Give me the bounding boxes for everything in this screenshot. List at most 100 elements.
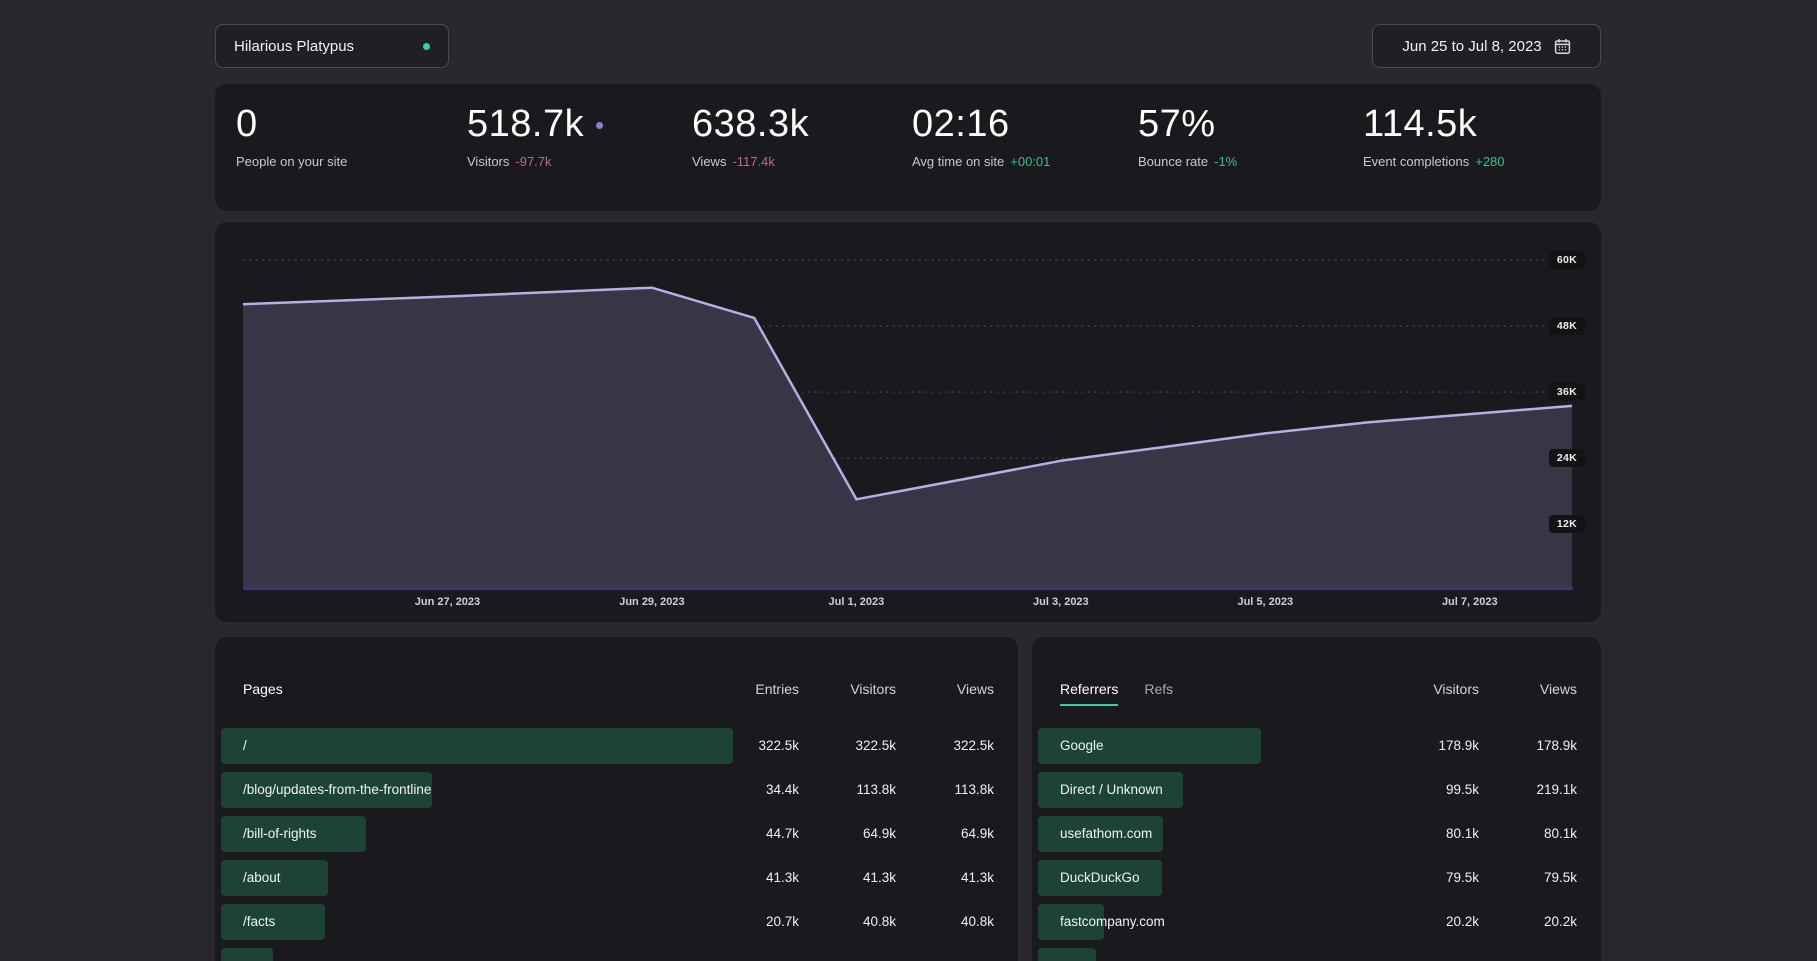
stat-label: Event completions+280 [1363,154,1505,169]
stat-card-avg-time-on-site[interactable]: 02:16 Avg time on site+00:01 [912,102,1050,169]
row-label: fastcompany.com [1060,904,1165,940]
row-value-entries: 44.7k [709,816,799,852]
row-label: DuckDuckGo [1060,860,1140,896]
stat-value: 114.5k [1363,102,1505,146]
stat-value: 57% [1138,102,1237,146]
row-value-visitors: 99.5k [1389,772,1479,808]
pages-table-panel: PagesEntriesVisitorsViews/322.5k322.5k32… [215,637,1018,961]
row-value-entries: 41.3k [709,860,799,896]
stat-value: 638.3k [692,102,809,146]
row-value-visitors: 40.8k [806,904,896,940]
date-range-button[interactable]: Jun 25 to Jul 8, 2023 [1372,24,1601,68]
stat-change: +280 [1475,154,1504,169]
row-value-visitors: 113.8k [806,772,896,808]
x-axis-tick: Jul 3, 2023 [1033,596,1089,608]
visitors-area-chart [243,230,1573,590]
table-row[interactable] [1038,948,1577,961]
table-row[interactable] [221,948,994,961]
y-axis-tick: 48K [1549,317,1585,335]
row-value-visitors: 20.2k [1389,904,1479,940]
row-value-visitors: 41.3k [806,860,896,896]
calendar-icon [1554,38,1571,55]
table-row[interactable]: /blog/updates-from-the-frontline34.4k113… [221,772,994,808]
table-row[interactable]: Direct / Unknown 99.5k219.1k [1038,772,1577,808]
stat-card-event-completions[interactable]: 114.5k Event completions+280 [1363,102,1505,169]
stat-change: +00:01 [1010,154,1050,169]
stat-label: People on your site [236,154,347,169]
row-value-views: 113.8k [904,772,994,808]
stat-value: 02:16 [912,102,1050,146]
table-rows: Google178.9k178.9kDirect / Unknown99.5k2… [1038,728,1577,961]
table-row[interactable]: /322.5k322.5k322.5k [221,728,994,764]
table-row[interactable]: DuckDuckGo79.5k79.5k [1038,860,1577,896]
row-value-visitors: 64.9k [806,816,896,852]
site-selector-button[interactable]: Hilarious Platypus [215,24,449,68]
table-header: PagesEntriesVisitorsViews [221,637,994,728]
tab-refs[interactable]: Refs [1144,681,1173,706]
x-axis-tick: Jun 29, 2023 [619,596,684,608]
row-value-visitors: 322.5k [806,728,896,764]
column-header-views: Views [1487,681,1577,697]
y-axis-tick: 60K [1549,251,1585,269]
stat-change: -97.7k [515,154,551,169]
row-label: / [243,728,247,764]
x-axis-tick: Jul 7, 2023 [1442,596,1498,608]
stat-card-views[interactable]: 638.3kViews-117.4k [692,102,809,169]
table-row[interactable]: fastcompany.com 20.2k20.2k [1038,904,1577,940]
row-label: /blog/updates-from-the-frontline [243,772,431,808]
row-bar [221,948,273,961]
stat-card-people-on-your-site[interactable]: 0 People on your site [236,102,347,169]
stat-label: Avg time on site+00:01 [912,154,1050,169]
row-label: usefathom.com [1060,816,1152,852]
row-value-entries: 322.5k [709,728,799,764]
row-value-visitors: 178.9k [1389,728,1479,764]
row-value-views: 40.8k [904,904,994,940]
table-row[interactable]: Google178.9k178.9k [1038,728,1577,764]
row-value-views: 20.2k [1487,904,1577,940]
stats-summary-panel: 0 People on your site 518.7k Visitors-97.7k… [215,84,1601,211]
site-name: Hilarious Platypus [234,38,354,55]
row-value-views: 178.9k [1487,728,1577,764]
row-value-views: 80.1k [1487,816,1577,852]
table-title-group: Pages [243,681,283,704]
stat-card-bounce-rate[interactable]: 57% Bounce rate-1% [1138,102,1237,169]
table-row[interactable]: /about41.3k41.3k41.3k [221,860,994,896]
stat-change: -117.4k [732,154,774,169]
table-row[interactable]: /facts20.7k40.8k40.8k [221,904,994,940]
row-label: /about [243,860,281,896]
active-metric-dot-icon [596,122,603,129]
x-axis-tick: Jul 5, 2023 [1237,596,1293,608]
chart-area-fill [243,288,1572,590]
row-label: /facts [243,904,275,940]
row-value-views: 64.9k [904,816,994,852]
row-bar [221,728,733,764]
row-label: Direct / Unknown [1060,772,1163,808]
stat-value: 0 [236,102,347,146]
x-axis-tick: Jul 1, 2023 [829,596,885,608]
row-value-entries: 34.4k [709,772,799,808]
y-axis-tick: 24K [1549,449,1585,467]
tab-referrers[interactable]: Referrers [1060,681,1118,706]
column-header-views: Views [904,681,994,697]
table-row[interactable]: usefathom.com 80.1k80.1k [1038,816,1577,852]
stat-card-visitors[interactable]: 518.7k Visitors-97.7k [467,102,603,169]
row-bar [1038,948,1096,961]
row-value-visitors: 80.1k [1389,816,1479,852]
x-axis-tick: Jun 27, 2023 [415,596,480,608]
y-axis-tick: 36K [1549,383,1585,401]
table-title: Pages [243,681,283,704]
table-title-group: Referrers Refs [1060,681,1173,706]
row-value-visitors: 79.5k [1389,860,1479,896]
y-axis-tick: 12K [1549,515,1585,533]
row-value-views: 41.3k [904,860,994,896]
stat-change: -1% [1214,154,1237,169]
stat-label: Bounce rate-1% [1138,154,1237,169]
row-label: /bill-of-rights [243,816,317,852]
table-row[interactable]: /bill-of-rights44.7k64.9k64.9k [221,816,994,852]
traffic-chart-panel: 60K 48K 36K 24K 12K Jun 27, 2023 Jun 29, 2023 J… [215,222,1601,622]
stat-value: 518.7k [467,102,603,146]
row-value-views: 219.1k [1487,772,1577,808]
referrers-table-panel: ReferrersRefsVisitorsViewsGoogle178.9k17… [1032,637,1601,961]
stat-label: Visitors-97.7k [467,154,603,169]
column-header-entries: Entries [709,681,799,697]
